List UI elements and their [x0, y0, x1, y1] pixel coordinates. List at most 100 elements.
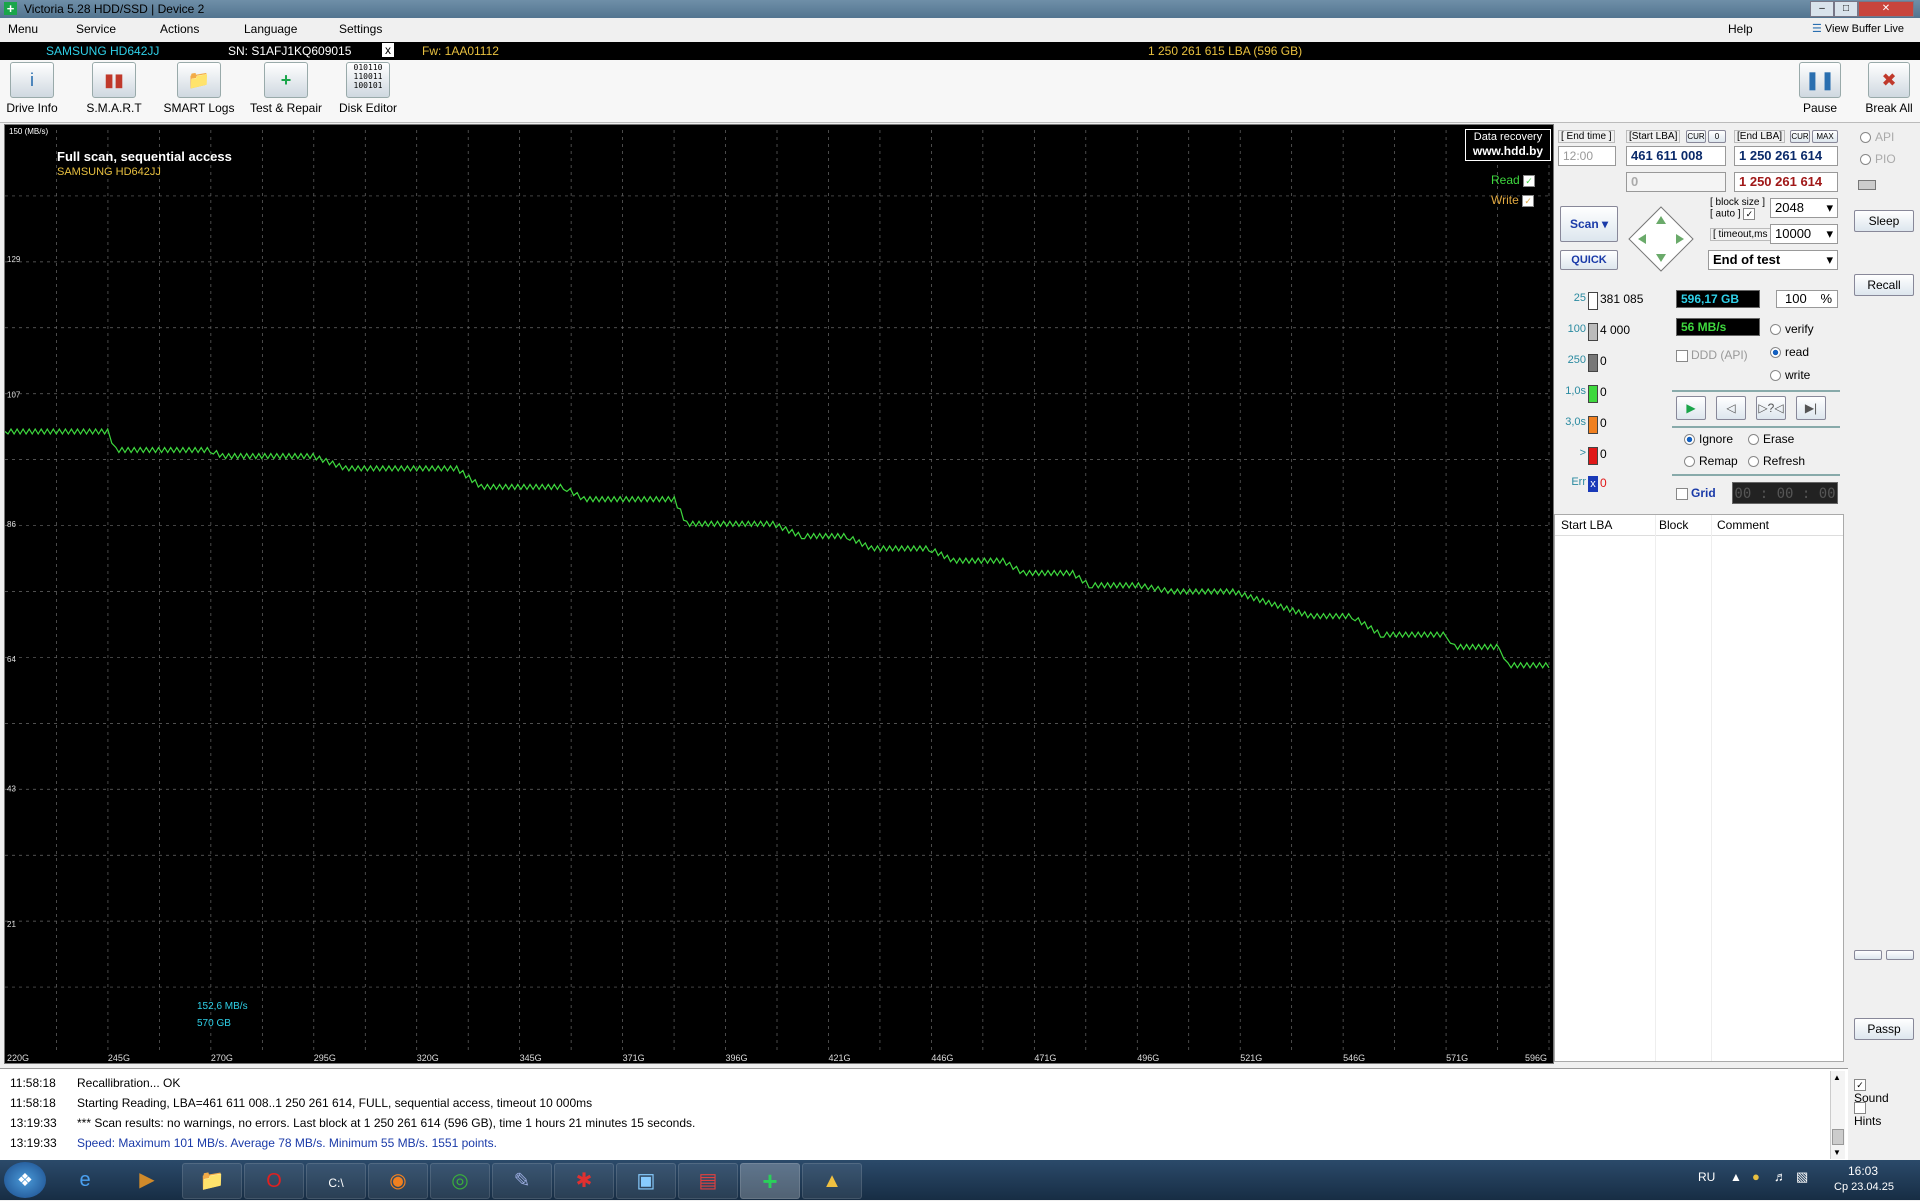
network-tray-icon[interactable]: ▧ — [1796, 1169, 1808, 1185]
menu-service[interactable]: Service — [76, 22, 116, 36]
read-radio[interactable] — [1770, 347, 1781, 359]
end-lba2-input[interactable]: 1 250 261 614 — [1734, 172, 1838, 192]
test-repair-button[interactable]: + Test & Repair — [248, 62, 324, 115]
back-button[interactable]: ◁ — [1716, 396, 1746, 420]
api-radio[interactable] — [1860, 132, 1871, 144]
log-panel[interactable]: 11:58:18 Recallibration... OK 11:58:18 Sta… — [0, 1068, 1889, 1161]
results-table[interactable]: Start LBA Block Comment — [1554, 514, 1844, 1062]
hints-option[interactable]: Hints — [1854, 1100, 1881, 1128]
menu-actions[interactable]: Actions — [160, 22, 199, 36]
column-block[interactable]: Block — [1659, 518, 1688, 532]
taskbar-notepad[interactable]: ✎ — [492, 1163, 552, 1199]
end-cur-button[interactable]: CUR — [1790, 130, 1810, 143]
taskbar-media[interactable]: ▶ — [118, 1163, 176, 1197]
taskbar-firefox[interactable]: ◉ — [368, 1163, 428, 1199]
taskbar-cmd[interactable]: C:\ — [306, 1163, 366, 1199]
scan-button[interactable]: Scan ▾ — [1560, 206, 1618, 242]
taskbar-toolbox[interactable]: ▤ — [678, 1163, 738, 1199]
taskbar-ie[interactable]: e — [56, 1163, 114, 1197]
disk-editor-button[interactable]: 010110 110011 100101 Disk Editor — [336, 62, 400, 115]
minimize-button[interactable]: – — [1810, 1, 1834, 17]
view-buffer-live[interactable]: ☰ View Buffer Live — [1812, 22, 1904, 35]
break-all-button[interactable]: ✖ Break All — [1862, 62, 1916, 115]
taskbar-image-viewer[interactable]: ▲ — [802, 1163, 862, 1199]
clock-time[interactable]: 16:03 — [1848, 1164, 1878, 1178]
maximize-button[interactable]: □ — [1834, 1, 1858, 17]
end-action-select[interactable]: End of test ▾ — [1708, 250, 1838, 270]
start-button[interactable]: ❖ — [4, 1162, 46, 1198]
start-lba-input[interactable]: 461 611 008 — [1626, 146, 1726, 166]
skip-unknown-button[interactable]: ▷?◁ — [1756, 396, 1786, 420]
tray-app-icon[interactable]: ● — [1752, 1169, 1760, 1184]
remap-radio[interactable] — [1684, 456, 1695, 468]
taskbar-chrome[interactable]: ◎ — [430, 1163, 490, 1199]
play-button[interactable]: ▶ — [1676, 396, 1706, 420]
erase-radio[interactable] — [1748, 434, 1759, 446]
start-zero-button[interactable]: 0 — [1708, 130, 1726, 143]
direction-pad[interactable] — [1628, 206, 1694, 272]
menu-settings[interactable]: Settings — [339, 22, 382, 36]
close-drive-button[interactable]: x — [382, 43, 394, 57]
menu-menu[interactable]: Menu — [8, 22, 38, 36]
end-time-input[interactable]: 12:00 — [1558, 146, 1616, 166]
close-window-button[interactable]: ✕ — [1858, 1, 1914, 17]
option-remap[interactable]: Remap — [1684, 454, 1738, 468]
taskbar-victoria[interactable]: + — [740, 1163, 800, 1199]
recall-button[interactable]: Recall — [1854, 274, 1914, 296]
column-comment[interactable]: Comment — [1717, 518, 1769, 532]
to-end-button[interactable]: ▶| — [1796, 396, 1826, 420]
pio-option[interactable]: PIO — [1860, 152, 1896, 166]
small-button-left[interactable] — [1854, 950, 1882, 960]
verify-radio[interactable] — [1770, 324, 1781, 336]
smart-button[interactable]: ▮▮ S.M.A.R.T — [84, 62, 144, 115]
scroll-down-icon[interactable]: ▼ — [1833, 1148, 1841, 1157]
log-scrollbar[interactable]: ▲ ▼ — [1830, 1071, 1845, 1159]
option-ignore[interactable]: Ignore — [1684, 432, 1733, 446]
ignore-radio[interactable] — [1684, 434, 1695, 446]
tray-expand-icon[interactable]: ▲ — [1730, 1170, 1742, 1184]
column-start-lba[interactable]: Start LBA — [1561, 518, 1612, 532]
scroll-up-icon[interactable]: ▲ — [1833, 1073, 1841, 1082]
ddd-checkbox[interactable] — [1676, 349, 1688, 362]
menu-language[interactable]: Language — [244, 22, 297, 36]
pio-radio[interactable] — [1860, 154, 1871, 166]
end-max-button[interactable]: MAX — [1812, 130, 1838, 143]
quick-button[interactable]: QUICK — [1560, 250, 1618, 270]
taskbar-opera[interactable]: O — [244, 1163, 304, 1199]
timeout-select[interactable]: 10000 ▾ — [1770, 224, 1838, 244]
taskbar-tool[interactable]: ✱ — [554, 1163, 614, 1199]
taskbar-explorer[interactable]: 📁 — [182, 1163, 242, 1199]
scroll-thumb[interactable] — [1832, 1129, 1844, 1145]
auto-checkbox[interactable]: ✓ — [1743, 208, 1756, 220]
mode-write[interactable]: write — [1770, 368, 1810, 382]
grid-option[interactable]: Grid — [1676, 486, 1716, 500]
start-cur-button[interactable]: CUR — [1686, 130, 1706, 143]
passp-button[interactable]: Passp — [1854, 1018, 1914, 1040]
menu-help[interactable]: Help — [1728, 22, 1753, 36]
write-radio[interactable] — [1770, 370, 1781, 382]
sleep-button[interactable]: Sleep — [1854, 210, 1914, 232]
refresh-radio[interactable] — [1748, 456, 1759, 468]
grid-checkbox[interactable] — [1676, 487, 1688, 500]
small-button-right[interactable] — [1886, 950, 1914, 960]
sound-checkbox[interactable]: ✓ — [1854, 1078, 1866, 1091]
volume-icon[interactable]: ♬ — [1774, 1169, 1787, 1184]
mode-verify[interactable]: verify — [1770, 322, 1814, 336]
ddd-api-option[interactable]: DDD (API) — [1676, 348, 1748, 362]
drive-model[interactable]: SAMSUNG HD642JJ — [46, 44, 159, 58]
language-indicator[interactable]: RU — [1698, 1170, 1715, 1184]
start-lba2-input[interactable]: 0 — [1626, 172, 1726, 192]
taskbar-network[interactable]: ▣ — [616, 1163, 676, 1199]
hints-checkbox[interactable] — [1854, 1101, 1866, 1114]
api-option[interactable]: API — [1860, 130, 1894, 144]
legend-read-checkbox[interactable]: ✓ — [1523, 174, 1536, 187]
speed-graph[interactable]: 220G 245G 270G 295G 320G 345G 371G 396G 421G 446G… — [4, 124, 1554, 1064]
option-erase[interactable]: Erase — [1748, 432, 1794, 446]
option-refresh[interactable]: Refresh — [1748, 454, 1805, 468]
smart-logs-button[interactable]: 📁 SMART Logs — [162, 62, 236, 115]
mode-read[interactable]: read — [1770, 345, 1809, 359]
legend-write-checkbox[interactable]: ✓ — [1522, 194, 1535, 207]
block-size-select[interactable]: 2048 ▾ — [1770, 198, 1838, 218]
clock-date[interactable]: Ср 23.04.25 — [1834, 1181, 1894, 1193]
drive-info-button[interactable]: i Drive Info — [4, 62, 60, 115]
